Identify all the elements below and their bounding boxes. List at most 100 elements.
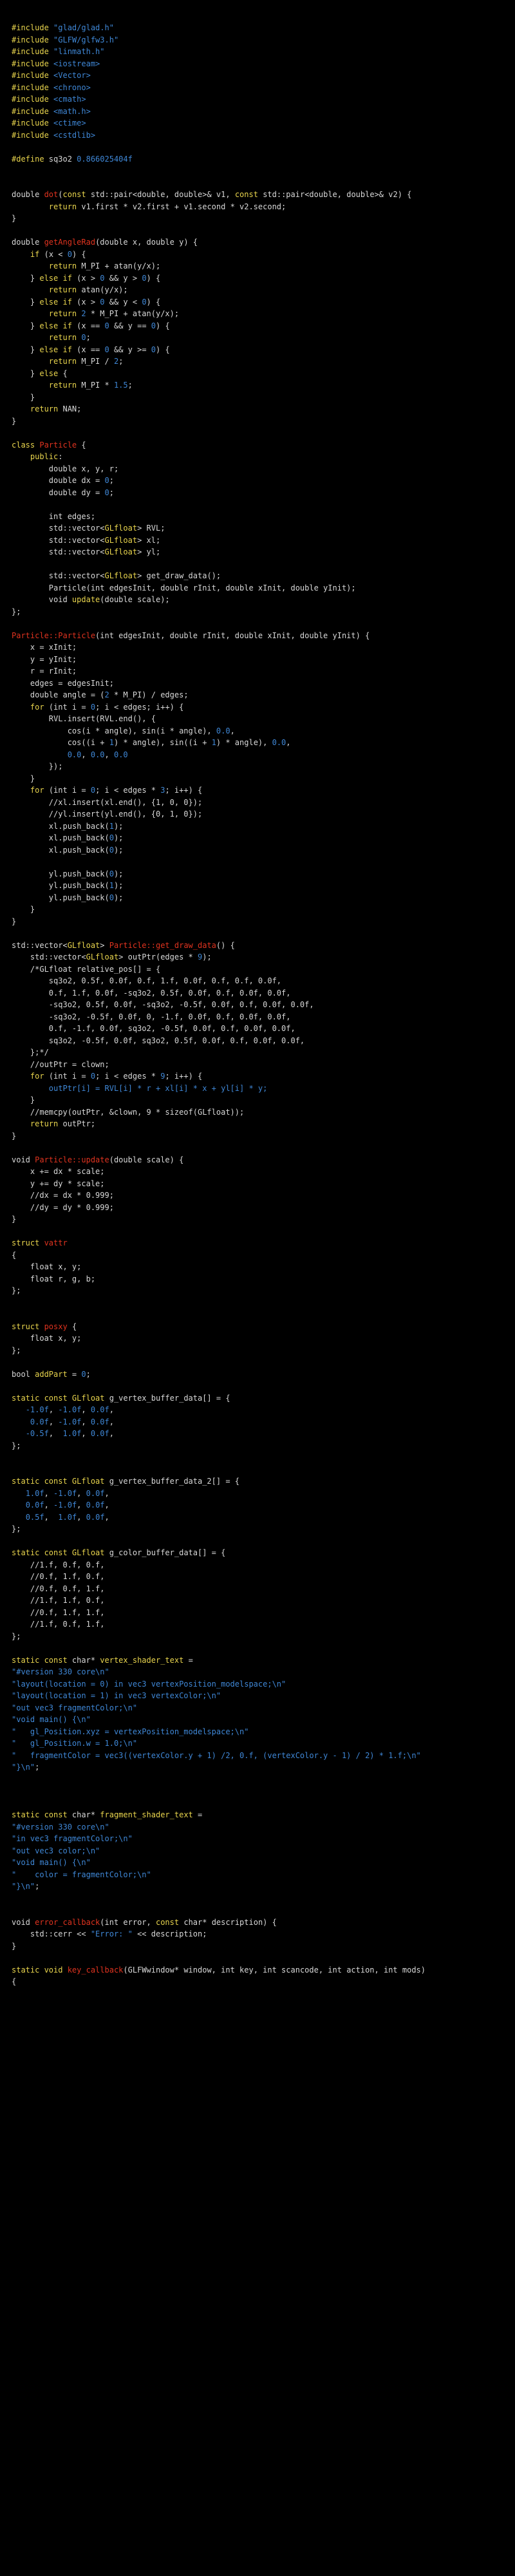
code-token-plain: Particle(int edgesInit, double rInit, do… — [12, 583, 356, 592]
code-token-plain: float x, y; — [12, 1262, 82, 1271]
code-token-func: Particle::get_draw_data — [109, 940, 216, 950]
code-line: if (x < 0) { — [12, 249, 515, 261]
code-line: xl.push_back(0); — [12, 832, 515, 844]
code-token-plain: = — [198, 1810, 203, 1819]
code-line: }; — [12, 1523, 515, 1535]
code-token-plain: double dx = — [12, 476, 105, 485]
code-line: }; — [12, 1631, 515, 1643]
code-token-plain: g_color_buffer_data[] = { — [109, 1548, 226, 1557]
code-line: struct posxy { — [12, 1321, 515, 1333]
code-token-plain: };*/ — [12, 1048, 49, 1057]
code-line: return 0; — [12, 332, 515, 344]
code-token-string: <Vector> — [53, 71, 91, 80]
code-line: class Particle { — [12, 439, 515, 451]
code-token-number: 0.0 — [113, 750, 128, 759]
code-line: } else if (x > 0 && y > 0) { — [12, 272, 515, 285]
code-token-plain: (double x, double y) { — [95, 238, 198, 247]
code-token-keyword: return — [30, 404, 63, 413]
code-token-plain: y += dy * scale; — [12, 1179, 105, 1188]
code-token-number: 1.0f — [62, 1429, 82, 1438]
code-line: #include <cstdlib> — [12, 129, 515, 142]
code-token-keyword: addPart — [35, 1369, 72, 1379]
code-token-plain: std::vector< — [12, 535, 105, 545]
code-line: } — [12, 1940, 515, 1953]
code-token-plain: (x > — [77, 297, 100, 307]
code-token-plain: g_vertex_buffer_data[] = { — [109, 1393, 230, 1403]
code-token-plain: //dy = dy * 0.999; — [12, 1202, 114, 1212]
code-token-number: 0.0f — [90, 1429, 109, 1438]
code-line: "#version 330 core\n" — [12, 1666, 515, 1678]
code-token-keyword: const — [155, 1917, 184, 1927]
code-token-plain: { — [12, 1250, 17, 1260]
code-token-plain: && y > — [104, 273, 142, 283]
code-token-number: 0 — [90, 1072, 96, 1081]
code-line: //memcpy(outPtr, &clown, 9 * sizeof(GLfl… — [12, 1106, 515, 1119]
code-token-plain: } — [12, 368, 40, 378]
code-token-number: -1.0f — [53, 1488, 77, 1498]
code-line: "void main() {\n" — [12, 1857, 515, 1869]
code-token-plain: ; i++) { — [165, 786, 203, 795]
code-token-keyword: vertex_shader_text — [100, 1655, 189, 1665]
code-line: }; — [12, 1440, 515, 1452]
code-token-plain: , — [44, 1512, 59, 1522]
code-token-number: 0 — [104, 345, 109, 354]
code-token-plain: (int error, — [100, 1917, 156, 1927]
code-line: return v1.first * v2.first + v1.second *… — [12, 201, 515, 213]
code-line: }; — [12, 1345, 515, 1357]
code-line: for (int i = 0; i < edges * 3; i++) { — [12, 784, 515, 797]
code-line: int edges; — [12, 511, 515, 523]
code-line: //yl.insert(yl.end(), {0, 1, 0}); — [12, 808, 515, 820]
code-token-keyword: #define — [12, 154, 49, 164]
code-line: } — [12, 916, 515, 928]
code-token-plain: , — [109, 1405, 114, 1414]
code-token-keyword: else — [39, 368, 63, 378]
code-token-plain: }; — [12, 1286, 21, 1295]
code-line: } — [12, 415, 515, 428]
code-token-plain: } — [12, 392, 35, 402]
code-token-number: 0 — [109, 869, 114, 878]
code-token-plain: ( — [58, 190, 63, 199]
code-token-number: -1.0f — [53, 1501, 77, 1510]
code-line: 0.0f, -1.0f, 0.0f, — [12, 1499, 515, 1511]
code-token-number: 0 — [151, 345, 156, 354]
code-line: cos(i * angle), sin(i * angle), 0.0, — [12, 725, 515, 737]
code-token-plain: double angle = ( — [12, 690, 105, 699]
code-token-string: " gl_Position.xyz = vertexPosition_model… — [12, 1727, 249, 1736]
code-line: std::vector<GLfloat> Particle::get_draw_… — [12, 940, 515, 952]
code-token-plain: ); — [113, 881, 124, 890]
code-token-keyword: const — [62, 190, 91, 199]
code-token-plain: } — [12, 1095, 35, 1104]
code-token-keyword: static const — [12, 1477, 72, 1486]
code-line: yl.push_back(0); — [12, 892, 515, 904]
code-token-plain: v1.first * v2.first + v1.second * v2.sec… — [81, 202, 286, 211]
code-token-plain: xl.push_back( — [12, 821, 109, 831]
code-token-number: 0 — [142, 273, 147, 283]
code-token-number: 0 — [100, 297, 105, 307]
code-token-plain: (double scale); — [100, 595, 170, 604]
code-line: float x, y; — [12, 1261, 515, 1273]
code-line: //1.f, 1.f, 0.f, — [12, 1595, 515, 1607]
code-line: bool addPart = 0; — [12, 1368, 515, 1381]
code-line: #include "GLFW/glfw3.h" — [12, 34, 515, 46]
code-line: } — [12, 773, 515, 785]
code-token-number: 0 — [90, 702, 96, 712]
code-token-keyword: static void — [12, 1965, 68, 1975]
code-editor[interactable]: #include "glad/glad.h" #include "GLFW/glf… — [0, 0, 515, 2576]
code-token-plain: }; — [12, 1524, 21, 1533]
code-line: for (int i = 0; i < edges * 9; i++) { — [12, 1070, 515, 1083]
code-token-keyword: #include — [12, 118, 54, 128]
code-line: //1.f, 0.f, 0.f, — [12, 1559, 515, 1571]
code-token-string: <ctime> — [53, 118, 86, 128]
code-token-plain: edges = edgesInit; — [12, 678, 114, 688]
code-token-number: 0 — [100, 273, 105, 283]
code-token-keyword: #include — [12, 59, 54, 68]
